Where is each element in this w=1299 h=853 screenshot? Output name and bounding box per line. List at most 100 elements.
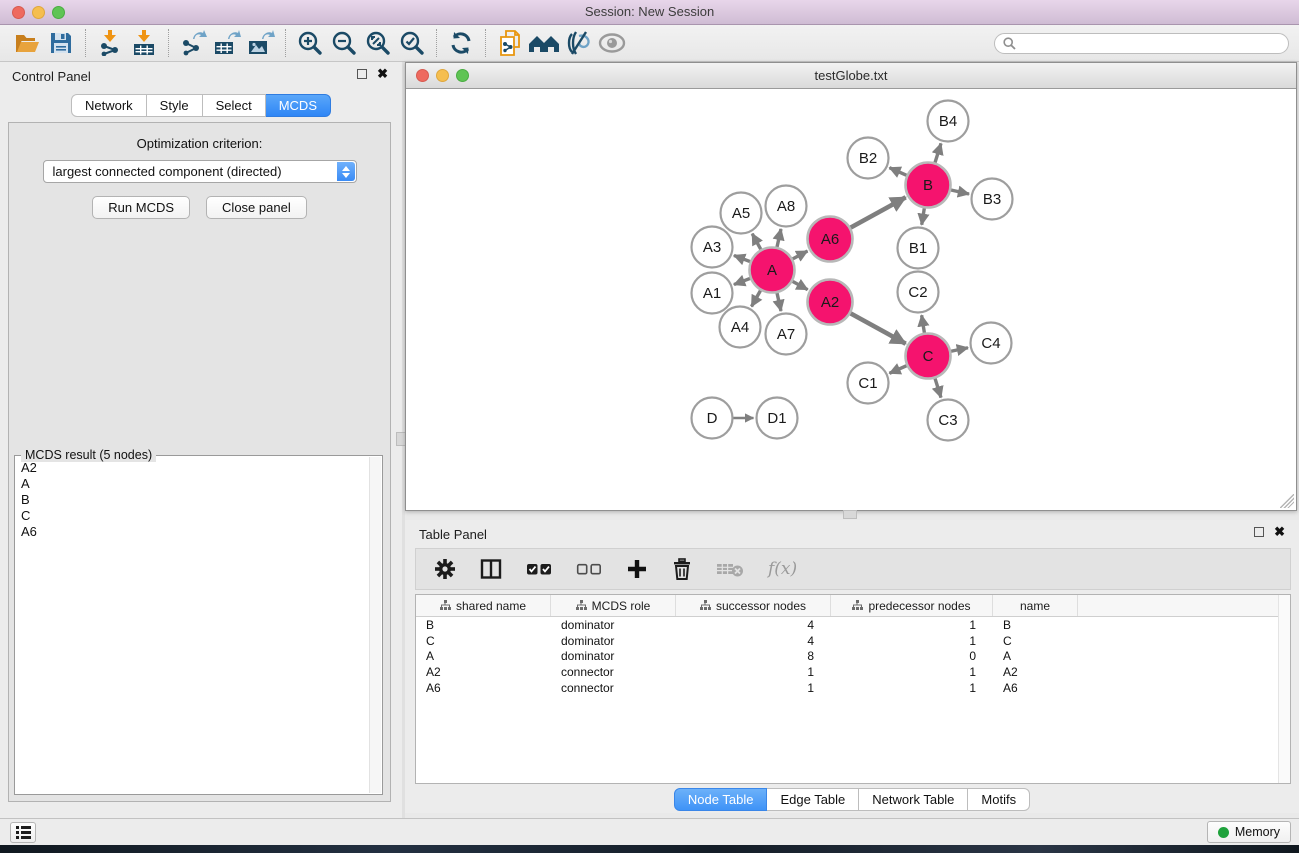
export-network-icon[interactable] [176,28,210,58]
table-cell[interactable]: B [416,618,551,632]
graph-edge-A-A6[interactable] [793,251,808,259]
graph-edge-C-C4[interactable] [951,348,968,352]
graph-edge-C-C2[interactable] [922,315,925,333]
graph-edge-A-A4[interactable] [752,290,761,306]
graph-node-B4[interactable]: B4 [928,101,969,142]
close-panel-icon[interactable]: ✖ [377,69,388,79]
export-image-icon[interactable] [244,28,278,58]
tab-style[interactable]: Style [147,94,203,117]
table-cell[interactable]: dominator [551,618,676,632]
table-cell[interactable]: A6 [416,681,551,695]
column-header-shared-name[interactable]: shared name [416,595,551,616]
table-cell[interactable]: 1 [676,665,831,679]
table-cell[interactable]: C [416,634,551,648]
graph-edge-C-C1[interactable] [889,366,906,374]
task-history-button[interactable] [10,822,36,843]
table-row[interactable]: Cdominator41C [416,633,1290,649]
graph-edge-A-A8[interactable] [777,229,781,247]
graph-node-B[interactable]: B [906,163,951,208]
graph-edge-B-B2[interactable] [889,168,906,176]
import-table-icon[interactable] [127,28,161,58]
graph-node-A4[interactable]: A4 [720,307,761,348]
show-columns-icon[interactable] [480,558,502,580]
table-cell[interactable]: A2 [416,665,551,679]
zoom-out-icon[interactable] [327,28,361,58]
function-builder-icon[interactable]: f(x) [768,559,797,579]
deselect-all-icon[interactable] [576,562,602,576]
optimization-criterion-select[interactable]: largest connected component (directed) [43,160,357,183]
column-header-name[interactable]: name [993,595,1078,616]
graph-edge-B-B4[interactable] [935,143,941,162]
float-panel-icon[interactable] [357,69,367,79]
network-canvas[interactable]: B4B2BB3A8A5A6A3B1AA1C2A2A4A7C4CC1C3DD1 [406,89,1296,510]
graph-node-A3[interactable]: A3 [692,227,733,268]
zoom-fit-icon[interactable] [361,28,395,58]
graph-node-C4[interactable]: C4 [971,323,1012,364]
graph-node-A1[interactable]: A1 [692,273,733,314]
select-all-icon[interactable] [526,562,552,576]
table-header-row[interactable]: shared nameMCDS rolesuccessor nodesprede… [416,595,1290,617]
table-cell[interactable]: 1 [831,618,993,632]
table-row[interactable]: A2connector11A2 [416,664,1290,680]
table-cell[interactable]: 4 [676,618,831,632]
mcds-result-list[interactable]: A2ABCA6 [15,460,368,792]
column-header-successor-nodes[interactable]: successor nodes [676,595,831,616]
mcds-result-item[interactable]: A [15,476,368,492]
graphics-details-icon[interactable] [561,28,595,58]
zoom-selected-icon[interactable] [395,28,429,58]
graph-edge-A2-C[interactable] [851,313,906,343]
table-cell[interactable]: dominator [551,649,676,663]
graph-node-A5[interactable]: A5 [721,193,762,234]
import-network-icon[interactable] [93,28,127,58]
graph-edge-C-C3[interactable] [935,378,941,397]
horizontal-splitter-handle[interactable] [843,510,857,519]
graph-edge-A-A1[interactable] [734,278,750,284]
table-cell[interactable]: A6 [993,681,1078,695]
table-settings-gear-icon[interactable] [434,558,456,580]
graph-edge-B-B3[interactable] [951,190,969,194]
close-panel-button[interactable]: Close panel [206,196,307,219]
graph-node-D1[interactable]: D1 [757,398,798,439]
table-cell[interactable]: 4 [676,634,831,648]
search-field[interactable] [994,33,1289,54]
graph-node-C1[interactable]: C1 [848,363,889,404]
clone-network-icon[interactable] [493,28,527,58]
add-column-icon[interactable] [626,558,648,580]
tab-select[interactable]: Select [203,94,266,117]
graph-edge-B-B1[interactable] [922,208,925,225]
refresh-icon[interactable] [444,28,478,58]
table-cell[interactable]: connector [551,681,676,695]
graph-node-C2[interactable]: C2 [898,272,939,313]
table-cell[interactable]: 0 [831,649,993,663]
table-cell[interactable]: 8 [676,649,831,663]
close-panel-icon[interactable]: ✖ [1274,527,1285,537]
search-input[interactable] [1021,36,1280,50]
float-panel-icon[interactable] [1254,527,1264,537]
graph-edge-A-A7[interactable] [777,293,781,311]
graph-node-A2[interactable]: A2 [808,280,853,325]
graph-node-A8[interactable]: A8 [766,186,807,227]
tab-motifs[interactable]: Motifs [968,788,1030,811]
export-table-icon[interactable] [210,28,244,58]
open-session-icon[interactable] [10,28,44,58]
tab-node-table[interactable]: Node Table [674,788,768,811]
graph-node-A6[interactable]: A6 [808,217,853,262]
mcds-result-item[interactable]: B [15,492,368,508]
table-scrollbar[interactable] [1278,595,1290,783]
run-mcds-button[interactable]: Run MCDS [92,196,190,219]
tab-mcds[interactable]: MCDS [266,94,331,117]
column-header-MCDS-role[interactable]: MCDS role [551,595,676,616]
graph-node-D[interactable]: D [692,398,733,439]
memory-button[interactable]: Memory [1207,821,1291,843]
graph-edge-A-A2[interactable] [793,281,808,289]
graph-edge-A-A5[interactable] [752,234,761,250]
table-cell[interactable]: C [993,634,1078,648]
graph-node-B2[interactable]: B2 [848,138,889,179]
home-icon[interactable] [527,28,561,58]
graph-node-A7[interactable]: A7 [766,314,807,355]
network-graph[interactable]: B4B2BB3A8A5A6A3B1AA1C2A2A4A7C4CC1C3DD1 [406,89,1296,510]
graph-node-B1[interactable]: B1 [898,228,939,269]
table-cell[interactable]: connector [551,665,676,679]
graph-node-A[interactable]: A [750,248,795,293]
table-cell[interactable]: 1 [831,665,993,679]
